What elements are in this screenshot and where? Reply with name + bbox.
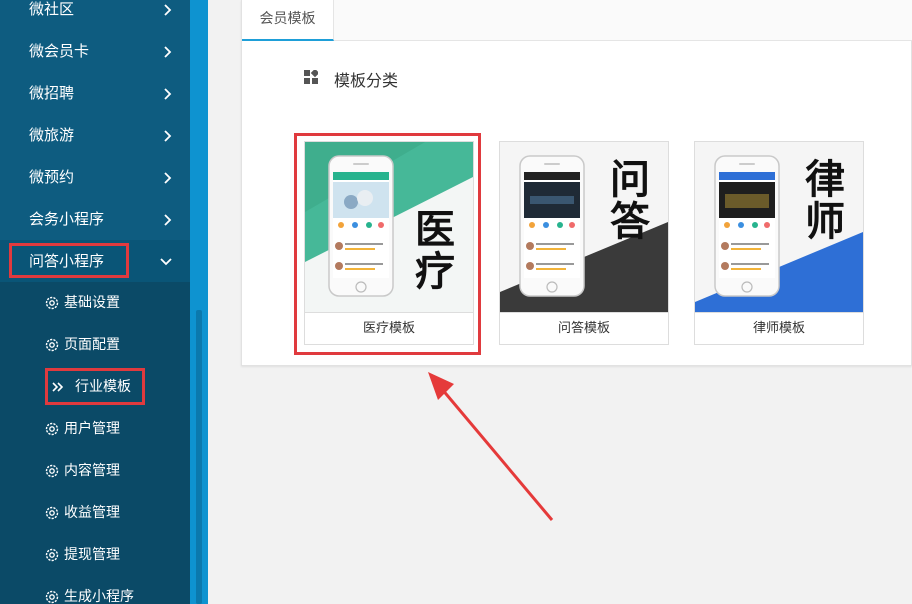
submenu-item-withdraw-management[interactable]: 提现管理 (0, 534, 190, 576)
chevron-right-icon (164, 72, 172, 114)
template-card-label: 律师模板 (695, 312, 863, 344)
template-card-lawyer[interactable]: 律 师 律师模板 (694, 141, 864, 345)
sidebar-item-label: 微会员卡 (29, 42, 90, 60)
submenu-item-label: 生成小程序 (64, 589, 134, 604)
big-char: 师 (805, 198, 845, 245)
template-thumbnail: 问 答 (500, 142, 668, 312)
gear-icon (45, 464, 59, 478)
gear-icon (45, 338, 59, 352)
sidebar-scrollbar[interactable] (190, 0, 208, 604)
sidebar-item-recruit[interactable]: 微招聘 (0, 72, 190, 114)
gear-icon (45, 422, 59, 436)
gear-icon (45, 548, 59, 562)
sidebar-item-label: 会务小程序 (29, 210, 105, 228)
template-card-medical[interactable]: 医 疗 医疗模板 (304, 141, 474, 345)
big-char: 律 (805, 156, 845, 203)
chevron-right-icon (164, 30, 172, 72)
big-char: 答 (610, 198, 650, 245)
template-card-label: 问答模板 (500, 312, 668, 344)
sidebar-item-wei-community[interactable]: 微社区 (0, 0, 190, 30)
sidebar-item-conference-app[interactable]: 会务小程序 (0, 198, 190, 240)
template-card-label: 医疗模板 (305, 312, 473, 344)
template-panel: 会员模板 模板分类 医 疗 医疗模板 问 答 问答模板 律 师 律师模板 (241, 0, 912, 366)
big-char: 医 (415, 206, 455, 253)
submenu-item-label: 收益管理 (64, 505, 120, 521)
gear-icon (45, 296, 59, 310)
submenu-item-content-management[interactable]: 内容管理 (0, 450, 190, 492)
gear-icon (45, 590, 59, 604)
big-char: 问 (610, 156, 650, 203)
submenu-item-user-management[interactable]: 用户管理 (0, 408, 190, 450)
scrollbar-thumb[interactable] (196, 310, 202, 604)
submenu-item-generate-app[interactable]: 生成小程序 (0, 576, 190, 604)
sidebar-item-travel[interactable]: 微旅游 (0, 114, 190, 156)
submenu-item-revenue-management[interactable]: 收益管理 (0, 492, 190, 534)
section-title: 模板分类 (334, 71, 399, 90)
double-chevron-right-icon (52, 366, 64, 408)
tab-member-template[interactable]: 会员模板 (242, 0, 334, 41)
template-thumbnail: 医 疗 (305, 142, 473, 312)
sidebar-item-label: 微预约 (29, 168, 75, 186)
submenu-item-label: 行业模板 (75, 379, 131, 395)
tab-bar: 会员模板 (242, 0, 912, 41)
submenu-item-page-config[interactable]: 页面配置 (0, 324, 190, 366)
big-char: 疗 (415, 248, 455, 295)
sidebar-item-label: 微社区 (29, 0, 75, 18)
sidebar: 微社区 微会员卡 微招聘 微旅游 微预约 会务小程序 问答小程序 基础设置 页面… (0, 0, 190, 604)
chevron-right-icon (164, 156, 172, 198)
sidebar-item-label: 微旅游 (29, 126, 75, 144)
submenu-item-basic-settings[interactable]: 基础设置 (0, 282, 190, 324)
submenu-item-label: 基础设置 (64, 295, 120, 311)
submenu-item-label: 提现管理 (64, 547, 120, 563)
sidebar-item-member-card[interactable]: 微会员卡 (0, 30, 190, 72)
submenu-item-label: 内容管理 (64, 463, 120, 479)
sidebar-item-booking[interactable]: 微预约 (0, 156, 190, 198)
chevron-right-icon (164, 114, 172, 156)
submenu-item-label: 用户管理 (64, 421, 120, 437)
submenu-item-label: 页面配置 (64, 337, 120, 353)
grid-icon (304, 70, 318, 84)
annotation-arrow (428, 372, 554, 521)
gear-icon (45, 506, 59, 520)
chevron-down-icon (160, 240, 172, 282)
sidebar-item-label: 微招聘 (29, 84, 75, 102)
template-thumbnail: 律 师 (695, 142, 863, 312)
submenu-item-industry-template[interactable]: 行业模板 (0, 366, 190, 408)
chevron-right-icon (164, 0, 172, 30)
sidebar-item-qa-app[interactable]: 问答小程序 (0, 240, 190, 282)
chevron-right-icon (164, 198, 172, 240)
sidebar-item-label: 问答小程序 (29, 252, 105, 270)
submenu: 基础设置 页面配置 行业模板 用户管理 内容管理 收益管理 提现管理 生成小程序 (0, 282, 190, 604)
template-card-qa[interactable]: 问 答 问答模板 (499, 141, 669, 345)
